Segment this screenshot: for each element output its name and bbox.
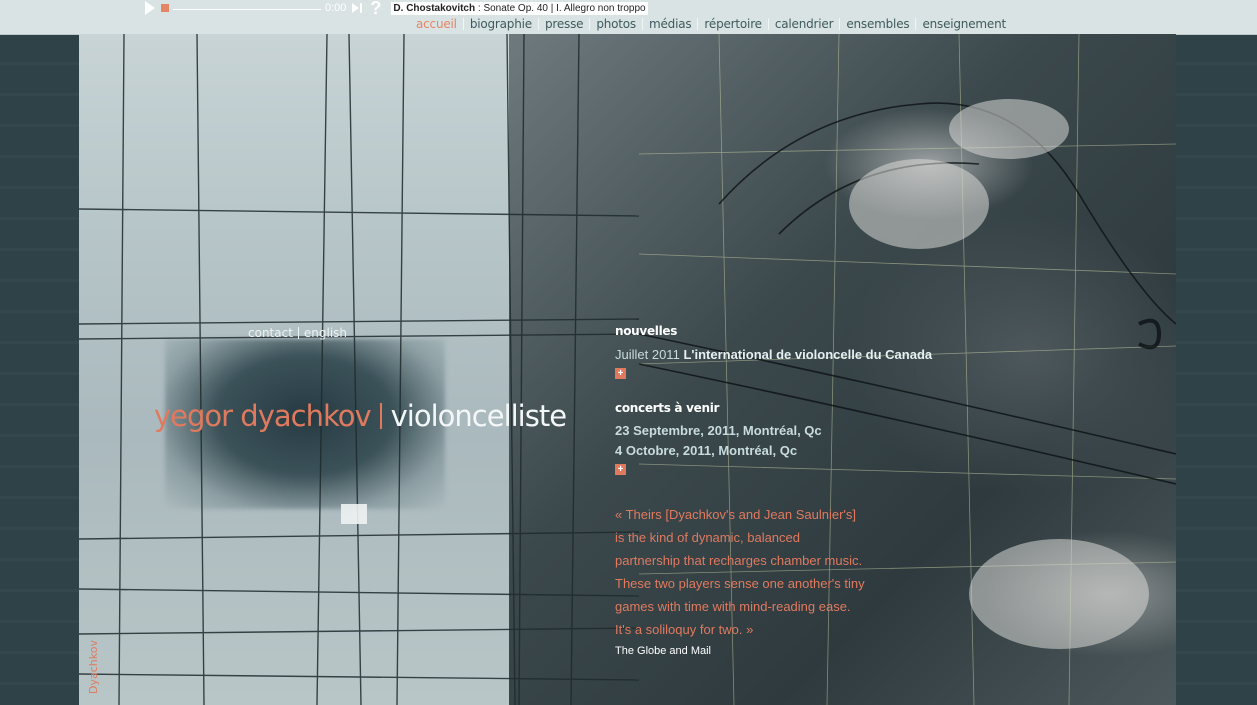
nav-item-presse[interactable]: presse xyxy=(539,17,589,31)
concerts-heading: concerts à venir xyxy=(615,401,720,415)
top-bar: 0:00 ? D. Chostakovitch : Sonate Op. 40 … xyxy=(0,0,1257,35)
nav-item-calendrier[interactable]: calendrier xyxy=(769,17,839,31)
subnav-separator xyxy=(297,327,299,339)
nav-item-photos[interactable]: photos xyxy=(590,17,642,31)
nav-item-medias[interactable]: médias xyxy=(643,17,697,31)
news-item[interactable]: Juillet 2011 L'international de violonce… xyxy=(615,344,945,365)
track-title: : Sonate Op. 40 | I. Allegro non troppo xyxy=(477,2,646,14)
next-track-icon[interactable] xyxy=(352,3,363,13)
audio-player: 0:00 ? D. Chostakovitch : Sonate Op. 40 … xyxy=(145,0,660,17)
english-link[interactable]: english xyxy=(304,326,347,340)
help-icon[interactable]: ? xyxy=(370,0,381,17)
main-nav: accueil biographie presse photos médias … xyxy=(416,16,1012,32)
stop-icon[interactable] xyxy=(161,4,169,12)
sub-nav: contact english xyxy=(248,326,347,340)
news-heading: nouvelles xyxy=(615,324,678,338)
news-date: Juillet 2011 xyxy=(615,347,680,362)
artist-title: yegor dyachkov violoncelliste xyxy=(154,399,567,433)
concert-item[interactable]: 23 Septembre, 2011, Montréal, Qc xyxy=(615,421,945,441)
nav-item-enseignement[interactable]: enseignement xyxy=(916,17,1012,31)
artist-role: violoncelliste xyxy=(390,399,567,433)
nav-item-ensembles[interactable]: ensembles xyxy=(840,17,915,31)
news-title: L'international de violoncelle du Canada xyxy=(683,347,933,362)
play-icon[interactable] xyxy=(145,1,155,15)
nav-item-repertoire[interactable]: répertoire xyxy=(698,17,767,31)
quote-source: The Globe and Mail xyxy=(615,645,711,657)
nav-item-accueil[interactable]: accueil xyxy=(416,17,463,31)
contact-link[interactable]: contact xyxy=(248,326,293,340)
main-content: contact english yegor dyachkov violoncell… xyxy=(79,34,1176,705)
news-more-button[interactable]: + xyxy=(615,368,626,379)
title-separator xyxy=(379,403,382,429)
nav-item-biographie[interactable]: biographie xyxy=(464,17,538,31)
artist-name: yegor dyachkov xyxy=(154,399,372,433)
concerts-more-button[interactable]: + xyxy=(615,464,626,475)
vertical-artist-label: Dyachkov xyxy=(87,640,100,694)
press-quote: « Theirs [Dyachkov's and Jean Saulnier's… xyxy=(615,507,865,637)
seek-bar[interactable] xyxy=(173,8,321,10)
player-time: 0:00 xyxy=(325,2,347,14)
track-composer: D. Chostakovitch xyxy=(393,2,476,14)
concert-item[interactable]: 4 Octobre, 2011, Montréal, Qc xyxy=(615,441,945,461)
news-column: nouvelles Juillet 2011 L'international d… xyxy=(615,324,945,657)
track-info: D. Chostakovitch : Sonate Op. 40 | I. Al… xyxy=(391,1,648,15)
